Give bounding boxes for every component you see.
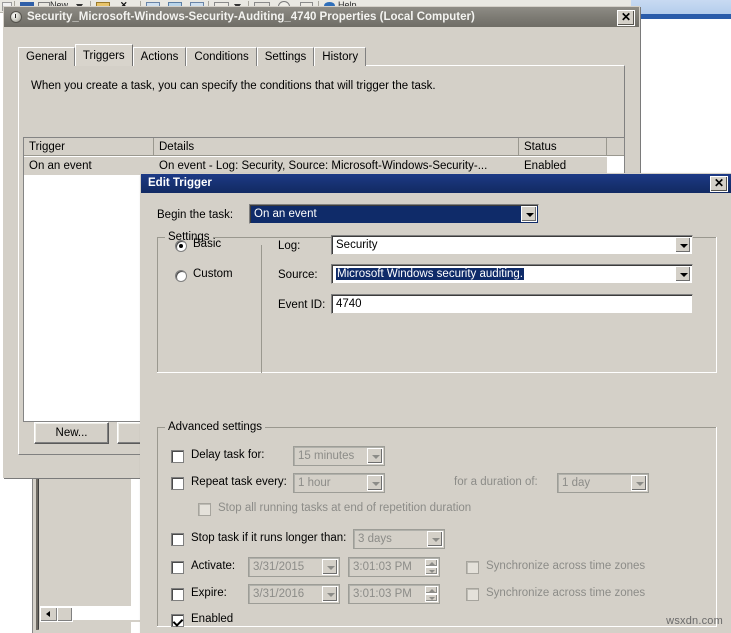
source-value: Microsoft Windows security auditing. (336, 268, 524, 280)
triggers-description: When you create a task, you can specify … (31, 80, 436, 92)
expire-time-value: 3:01:03 PM (353, 587, 421, 602)
clock-icon (10, 11, 22, 23)
activate-date-value: 3/31/2015 (253, 560, 319, 575)
begin-task-combo[interactable]: On an event (249, 204, 539, 224)
log-combo[interactable]: Security (331, 235, 693, 255)
chevron-down-icon[interactable] (367, 475, 383, 491)
duration-label: for a duration of: (454, 476, 538, 488)
delay-task-combo[interactable]: 15 minutes (293, 446, 385, 466)
properties-tabstrip[interactable]: General Triggers Actions Conditions Sett… (18, 44, 366, 66)
stop-task-value: 3 days (358, 532, 424, 547)
checkbox-activate-sync-timezones[interactable] (466, 561, 479, 574)
column-header-status[interactable]: Status (519, 138, 607, 156)
repeat-task-value: 1 hour (298, 476, 364, 491)
checkbox-repeat-task[interactable] (171, 477, 184, 490)
activate-sync-label: Synchronize across time zones (486, 560, 645, 572)
calendar-dropdown-icon[interactable] (322, 586, 338, 602)
screen: New ✕ Help ✕ Security_Microsoft-W (0, 0, 731, 633)
stop-task-label: Stop task if it runs longer than: (191, 532, 346, 544)
repeat-task-combo[interactable]: 1 hour (293, 473, 385, 493)
log-label: Log: (278, 240, 300, 252)
column-header-spacer (607, 138, 625, 156)
begin-task-label: Begin the task: (157, 209, 233, 221)
duration-value: 1 day (562, 476, 628, 491)
close-icon: ✕ (711, 175, 727, 191)
column-header-trigger[interactable]: Trigger (24, 138, 154, 156)
radio-custom-label[interactable]: Custom (193, 268, 233, 280)
tab-history[interactable]: History (314, 47, 366, 66)
expire-date-combo[interactable]: 3/31/2016 (248, 584, 340, 604)
new-trigger-button[interactable]: New... (34, 422, 109, 444)
checkbox-delay-task[interactable] (171, 450, 184, 463)
activate-date-combo[interactable]: 3/31/2015 (248, 557, 340, 577)
spinner-down-icon[interactable] (425, 567, 438, 575)
activate-time-spinner[interactable]: 3:01:03 PM (348, 557, 440, 577)
begin-task-value: On an event (254, 207, 518, 222)
properties-titlebar[interactable]: Security_Microsoft-Windows-Security-Audi… (4, 7, 639, 27)
chevron-down-icon[interactable] (521, 206, 537, 222)
duration-combo[interactable]: 1 day (557, 473, 649, 493)
tab-actions[interactable]: Actions (133, 47, 187, 66)
settings-divider (261, 245, 262, 373)
properties-window-title: Security_Microsoft-Windows-Security-Audi… (27, 7, 475, 27)
chevron-down-icon[interactable] (367, 448, 383, 464)
spinner-up-icon[interactable] (425, 559, 438, 567)
spinner-up-icon[interactable] (425, 586, 438, 594)
tab-settings[interactable]: Settings (257, 47, 315, 66)
checkbox-expire-sync-timezones[interactable] (466, 588, 479, 601)
checkbox-expire[interactable] (171, 588, 184, 601)
event-id-value: 4740 (336, 297, 688, 312)
column-header-details[interactable]: Details (154, 138, 519, 156)
tab-conditions[interactable]: Conditions (186, 47, 256, 66)
edit-trigger-dialog: Edit Trigger ✕ Begin the task: On an eve… (140, 173, 731, 633)
chevron-down-icon[interactable] (427, 531, 443, 547)
edit-trigger-body: Begin the task: On an event Settings Bas… (141, 193, 731, 633)
properties-close-button[interactable]: ✕ (617, 10, 635, 26)
chevron-down-icon[interactable] (631, 475, 647, 491)
checkbox-stop-all-running[interactable] (198, 503, 211, 516)
source-combo[interactable]: Microsoft Windows security auditing. (331, 264, 693, 284)
log-value: Security (336, 238, 672, 253)
stop-task-combo[interactable]: 3 days (353, 529, 445, 549)
radio-custom[interactable] (175, 270, 187, 282)
expire-label: Expire: (191, 587, 227, 599)
activate-label: Activate: (191, 560, 235, 572)
desktop-gradient (631, 0, 731, 14)
activate-time-value: 3:01:03 PM (353, 560, 421, 575)
source-label: Source: (278, 269, 318, 281)
event-id-input[interactable]: 4740 (331, 294, 693, 314)
expire-sync-label: Synchronize across time zones (486, 587, 645, 599)
delay-task-value: 15 minutes (298, 449, 364, 464)
watermark: wsxdn.com (666, 615, 723, 627)
advanced-settings-legend: Advanced settings (165, 421, 265, 433)
expire-date-value: 3/31/2016 (253, 587, 319, 602)
edit-trigger-titlebar[interactable]: Edit Trigger ✕ (141, 174, 731, 193)
chevron-down-icon[interactable] (675, 237, 691, 253)
tab-triggers[interactable]: Triggers (75, 44, 133, 66)
event-id-label: Event ID: (278, 299, 325, 311)
background-list-pane-inner (38, 468, 131, 629)
checkbox-enabled[interactable] (171, 614, 184, 627)
spinner-down-icon[interactable] (425, 594, 438, 602)
cell-trigger: On an event (24, 157, 154, 175)
radio-basic-label[interactable]: Basic (193, 238, 221, 250)
enabled-label: Enabled (191, 613, 233, 625)
close-icon: ✕ (618, 9, 634, 25)
calendar-dropdown-icon[interactable] (322, 559, 338, 575)
expire-time-spinner[interactable]: 3:01:03 PM (348, 584, 440, 604)
radio-basic[interactable] (175, 240, 187, 252)
tab-general[interactable]: General (18, 47, 75, 66)
trigger-list-header: Trigger Details Status (24, 138, 624, 156)
chevron-down-icon[interactable] (675, 266, 691, 282)
edit-trigger-title: Edit Trigger (148, 174, 212, 193)
delay-task-label: Delay task for: (191, 449, 265, 461)
edit-trigger-close-button[interactable]: ✕ (710, 176, 728, 192)
stop-all-running-label: Stop all running tasks at end of repetit… (218, 502, 471, 514)
repeat-task-label: Repeat task every: (191, 476, 287, 488)
checkbox-stop-task[interactable] (171, 533, 184, 546)
scrollbar-left-arrow-icon[interactable] (40, 607, 58, 622)
scrollbar-thumb[interactable] (57, 607, 73, 622)
checkbox-activate[interactable] (171, 561, 184, 574)
